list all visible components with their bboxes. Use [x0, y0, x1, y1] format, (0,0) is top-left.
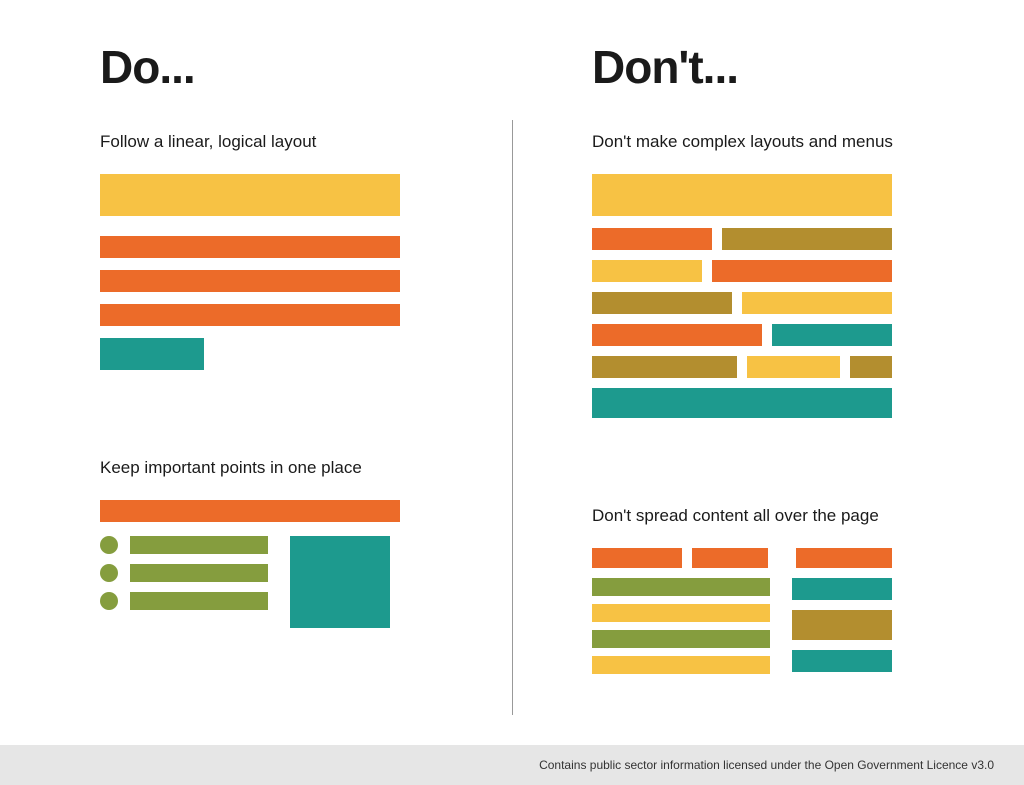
layout-block: [130, 564, 268, 582]
layout-row: [592, 228, 892, 250]
bullet-dot-icon: [100, 564, 118, 582]
layout-block: [712, 260, 892, 282]
layout-block: [592, 656, 770, 674]
layout-block: [592, 174, 892, 216]
do-section-linear: Follow a linear, logical layout: [100, 132, 472, 370]
linear-layout-illustration: [100, 174, 400, 370]
layout-row: [592, 356, 892, 378]
bullet-item: [100, 536, 268, 554]
layout-block: [592, 324, 762, 346]
bullet-item: [100, 564, 268, 582]
layout-block: [792, 650, 892, 672]
layout-block: [592, 388, 892, 418]
layout-block: [592, 356, 737, 378]
layout-block: [792, 610, 892, 640]
layout-block: [772, 324, 892, 346]
layout-block: [592, 228, 712, 250]
layout-block: [850, 356, 892, 378]
layout-group: [792, 578, 892, 674]
layout-block: [592, 260, 702, 282]
oneplace-illustration: [100, 500, 400, 628]
layout-block: [100, 174, 400, 216]
layout-block: [592, 548, 682, 568]
layout-block: [592, 630, 770, 648]
column-divider: [512, 120, 513, 715]
layout-block: [742, 292, 892, 314]
dont-column: Don't... Don't make complex layouts and …: [532, 40, 1024, 745]
bullet-dot-icon: [100, 536, 118, 554]
layout-block: [592, 292, 732, 314]
scattered-illustration: [592, 548, 892, 674]
footer-bar: Contains public sector information licen…: [0, 745, 1024, 785]
layout-block: [747, 356, 840, 378]
dont-section-scattered: Don't spread content all over the page: [592, 506, 964, 674]
layout-row: [592, 548, 892, 568]
layout-block: [100, 500, 400, 522]
layout-block: [592, 578, 770, 596]
dont-scattered-text: Don't spread content all over the page: [592, 506, 964, 526]
bullet-item: [100, 592, 268, 610]
dont-complex-text: Don't make complex layouts and menus: [592, 132, 964, 152]
layout-block: [130, 592, 268, 610]
layout-block: [100, 270, 400, 292]
dont-heading: Don't...: [592, 40, 964, 94]
layout-row: [592, 260, 892, 282]
footer-licence-text: Contains public sector information licen…: [539, 758, 994, 772]
layout-block: [290, 536, 390, 628]
layout-block: [796, 548, 892, 568]
layout-row: [592, 292, 892, 314]
layout-block: [792, 578, 892, 600]
do-heading: Do...: [100, 40, 472, 94]
do-linear-text: Follow a linear, logical layout: [100, 132, 472, 152]
layout-block: [130, 536, 268, 554]
bullet-dot-icon: [100, 592, 118, 610]
do-section-onplace: Keep important points in one place: [100, 458, 472, 628]
layout-block: [100, 304, 400, 326]
do-column: Do... Follow a linear, logical layout Ke…: [0, 40, 532, 745]
dont-section-complex: Don't make complex layouts and menus: [592, 132, 964, 418]
layout-block: [592, 604, 770, 622]
complex-layout-illustration: [592, 174, 892, 418]
main-content: Do... Follow a linear, logical layout Ke…: [0, 0, 1024, 745]
layout-block: [722, 228, 892, 250]
bullet-list: [100, 536, 268, 628]
layout-group: [592, 578, 770, 674]
layout-row: [592, 324, 892, 346]
layout-block: [100, 338, 204, 370]
layout-block: [692, 548, 768, 568]
do-oneplace-text: Keep important points in one place: [100, 458, 472, 478]
layout-block: [100, 236, 400, 258]
